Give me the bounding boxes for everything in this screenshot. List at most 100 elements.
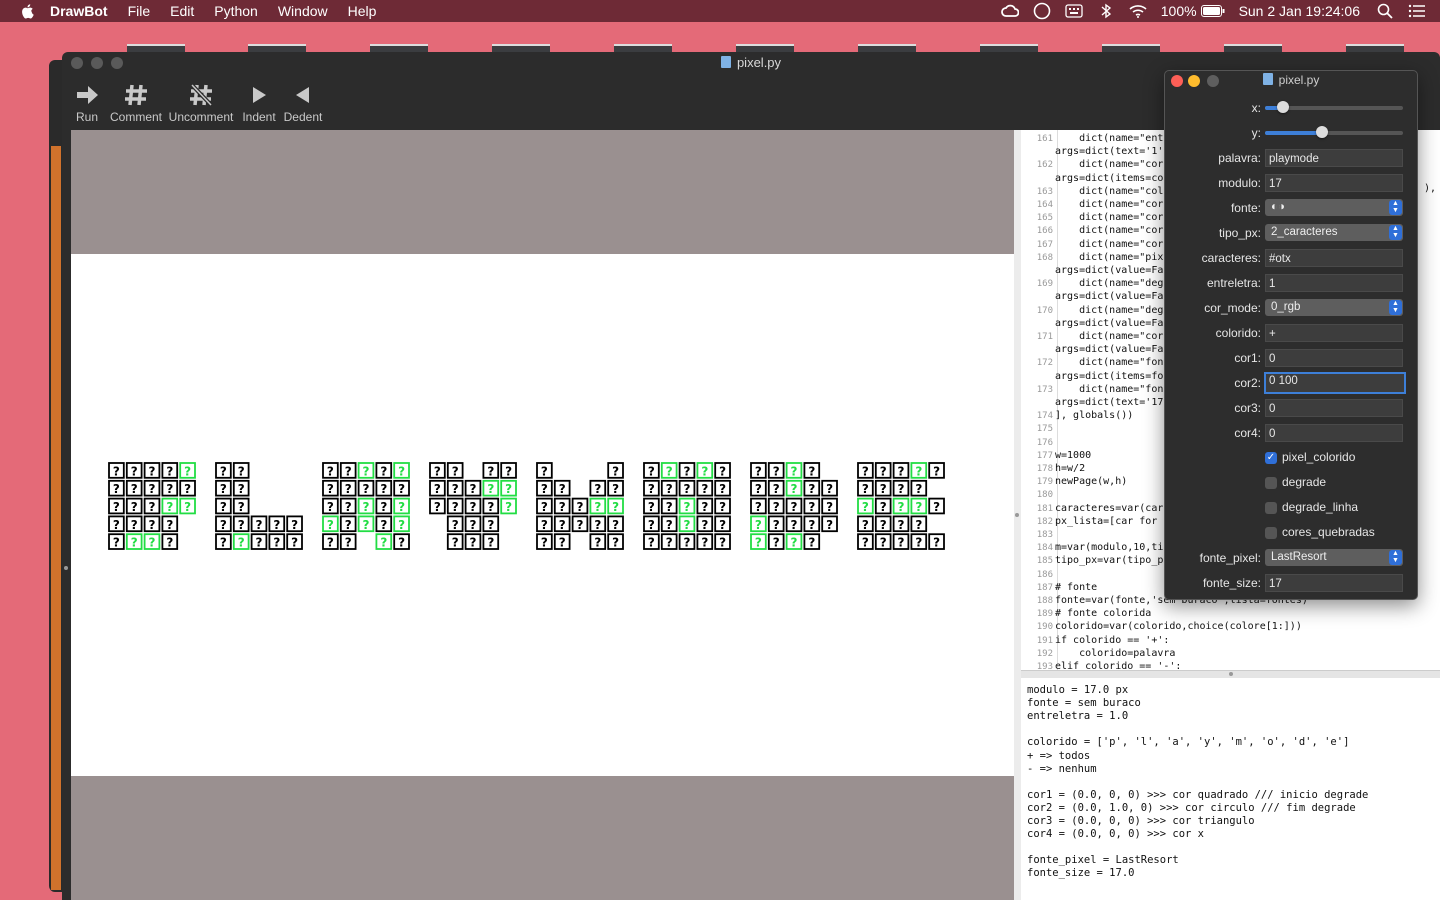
pixel-colorido-checkbox[interactable]: ✓	[1265, 452, 1277, 464]
code-line[interactable]: caracteres=var(car	[1055, 503, 1163, 514]
code-line[interactable]: args=dict(items=fo	[1055, 371, 1163, 382]
y-slider[interactable]	[1265, 126, 1403, 138]
bluetooth-icon[interactable]	[1097, 3, 1115, 19]
uncomment-button[interactable]: Uncomment	[168, 80, 234, 124]
code-line[interactable]: px_lista=[car for	[1055, 516, 1163, 527]
creative-cloud-icon[interactable]	[1000, 3, 1019, 19]
panel-title: pixel.py	[1165, 73, 1417, 87]
fonte-select[interactable]: ◐◑ ▲ ▼	[1265, 199, 1403, 216]
resize-dot[interactable]	[64, 566, 68, 570]
code-line[interactable]: dict(name="cor	[1055, 331, 1163, 342]
battery-percent: 100%	[1160, 3, 1197, 19]
cores-quebradas-label[interactable]: cores_quebradas	[1282, 525, 1375, 539]
menu-python[interactable]: Python	[214, 3, 258, 19]
code-line[interactable]: dict(name="cor	[1055, 212, 1163, 223]
code-line[interactable]: if colorido == '+':	[1055, 635, 1169, 646]
keyboard-icon[interactable]	[1065, 3, 1083, 19]
code-line[interactable]: newPage(w,h)	[1055, 476, 1127, 487]
code-line[interactable]: dict(name="cor	[1055, 239, 1163, 250]
code-line[interactable]: args=dict(items=co	[1055, 173, 1163, 184]
code-line[interactable]: dict(name="fon	[1055, 384, 1163, 395]
fonte-pixel-select[interactable]: LastResort ▲ ▼	[1265, 549, 1403, 566]
pixel-glyph: ?	[933, 464, 940, 478]
code-line[interactable]: dict(name="cor	[1055, 159, 1163, 170]
pixel-glyph: ?	[880, 536, 887, 550]
code-line[interactable]: dict(name="deg	[1055, 278, 1163, 289]
apple-icon[interactable]	[20, 3, 36, 19]
cor3-field[interactable]: 0	[1265, 399, 1403, 417]
cor2-field[interactable]: 0 100	[1264, 372, 1406, 394]
search-icon[interactable]	[1376, 3, 1394, 19]
entreletra-field[interactable]: 1	[1265, 274, 1403, 292]
cor1-field[interactable]: 0	[1265, 349, 1403, 367]
line-number: 193	[1036, 662, 1053, 670]
line-number: 192	[1036, 648, 1053, 659]
indent-button[interactable]: Indent	[240, 80, 278, 124]
fonte-size-field[interactable]: 17	[1265, 574, 1403, 592]
menu-window[interactable]: Window	[278, 3, 328, 19]
cores-quebradas-checkbox[interactable]	[1265, 527, 1277, 539]
modulo-field[interactable]: 17	[1265, 174, 1403, 192]
menu-help[interactable]: Help	[348, 3, 377, 19]
menu-file[interactable]: File	[128, 3, 151, 19]
x-slider[interactable]	[1265, 101, 1403, 113]
battery-icon[interactable]	[1200, 3, 1225, 19]
degrade-linha-checkbox[interactable]	[1265, 502, 1277, 514]
code-line[interactable]: colorido=palavra	[1055, 648, 1175, 659]
line-number: 183	[1036, 530, 1053, 540]
menu-edit[interactable]: Edit	[170, 3, 194, 19]
code-line[interactable]: m=var(modulo,10,ti	[1055, 542, 1163, 553]
colorido-field[interactable]: +	[1265, 324, 1403, 342]
code-line[interactable]: elif colorido == '-':	[1055, 661, 1181, 670]
pixel-glyph: ?	[612, 500, 619, 514]
code-line[interactable]: args=dict(text='1'	[1055, 146, 1163, 157]
code-line[interactable]: args=dict(value=Fa	[1055, 291, 1163, 302]
code-line[interactable]: args=dict(value=Fa	[1055, 265, 1163, 276]
code-line[interactable]: dict(name="cor	[1055, 199, 1163, 210]
code-line[interactable]: w=1000	[1055, 450, 1091, 461]
code-line[interactable]: colorido=var(colorido,choice(colore[1:])…	[1055, 621, 1302, 632]
palavra-field[interactable]: playmode	[1265, 149, 1403, 167]
pixel-glyph: ?	[577, 500, 584, 514]
circle-icon[interactable]	[1033, 2, 1051, 20]
line-number: 166	[1036, 226, 1053, 237]
code-line[interactable]: tipo_px=var(tipo_p	[1055, 555, 1163, 566]
code-line[interactable]: dict(name="cor	[1055, 225, 1163, 236]
clock[interactable]: Sun 2 Jan 19:24:06	[1239, 3, 1360, 19]
code-line[interactable]: dict(name="fon	[1055, 357, 1163, 368]
pixel-glyph: ?	[166, 482, 173, 496]
code-line[interactable]: h=w/2	[1055, 463, 1085, 474]
degrade-label[interactable]: degrade	[1282, 475, 1326, 489]
tipo-px-select[interactable]: 2_caracteres ▲ ▼	[1265, 224, 1403, 241]
wifi-icon[interactable]	[1129, 3, 1147, 19]
cor4-field[interactable]: 0	[1265, 424, 1403, 442]
code-line[interactable]: args=dict(text='17	[1055, 397, 1163, 408]
y-slider-knob[interactable]	[1315, 126, 1328, 138]
drawing-canvas[interactable]: ????????????????????????????????????????…	[64, 130, 1014, 900]
degrade-linha-label[interactable]: degrade_linha	[1282, 500, 1358, 514]
cor-mode-select[interactable]: 0_rgb ▲ ▼	[1265, 299, 1403, 316]
caracteres-field[interactable]: #otx	[1265, 249, 1403, 267]
comment-button[interactable]: Comment	[108, 80, 164, 124]
code-line[interactable]: dict(name="col	[1055, 186, 1163, 197]
code-line[interactable]: dict(name="deg	[1055, 305, 1163, 316]
output-console[interactable]: modulo = 17.0 px fonte = sem buraco entrel…	[1021, 678, 1440, 900]
code-line[interactable]: # fonte colorida	[1055, 608, 1151, 619]
list-icon[interactable]	[1408, 3, 1426, 19]
x-slider-knob[interactable]	[1276, 101, 1289, 113]
vertical-splitter[interactable]	[1014, 130, 1021, 900]
pixel-glyph: ?	[487, 518, 494, 532]
code-line[interactable]: # fonte	[1055, 582, 1097, 593]
menu-app[interactable]: DrawBot	[50, 3, 108, 19]
run-button[interactable]: Run	[72, 80, 102, 124]
degrade-checkbox[interactable]	[1265, 477, 1277, 489]
code-line[interactable]: args=dict(value=Fa	[1055, 344, 1163, 355]
pixel-colorido-label[interactable]: pixel_colorido	[1282, 450, 1355, 464]
menubar: DrawBot File Edit Python Window Help 100…	[0, 0, 1440, 22]
dedent-button[interactable]: Dedent	[282, 80, 324, 124]
code-line[interactable]: args=dict(value=Fa	[1055, 318, 1163, 329]
background-window[interactable]	[49, 60, 63, 892]
code-line[interactable]: dict(name="pix	[1055, 252, 1163, 263]
code-line[interactable]: ], globals())	[1055, 410, 1133, 421]
code-line[interactable]: dict(name="ent	[1055, 133, 1163, 144]
